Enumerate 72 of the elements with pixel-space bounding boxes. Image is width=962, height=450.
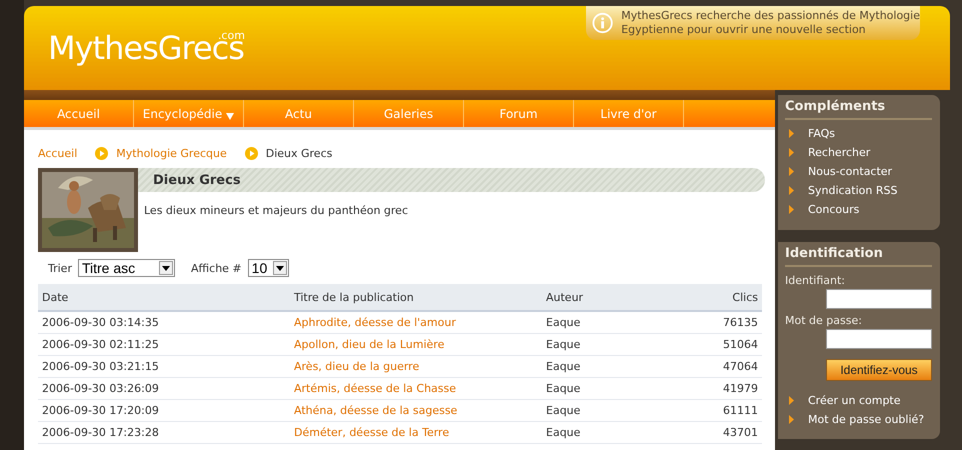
table-cell: 2006-09-30 03:21:15 [38, 356, 290, 378]
column-header[interactable]: Titre de la publication [290, 284, 542, 311]
sidebar-link[interactable]: Rechercher [785, 143, 932, 162]
table-cell: 2006-09-30 03:14:35 [38, 311, 290, 334]
table-cell: 41979 [654, 378, 762, 400]
table-cell[interactable]: Artémis, déesse de la Chasse [290, 378, 542, 400]
notice-text: MythesGrecs recherche des passionnés de Mythologie [621, 9, 920, 23]
per-page-select[interactable]: 10 [248, 259, 289, 277]
username-field[interactable] [826, 289, 932, 309]
play-circle-icon [244, 146, 258, 160]
dropdown-arrow-icon [276, 266, 284, 270]
triangle-bullet-icon [789, 186, 794, 195]
table-cell[interactable]: Athéna, déesse de la sagesse [290, 400, 542, 422]
nav-item[interactable]: Galeries [354, 100, 464, 127]
triangle-bullet-icon [789, 167, 794, 176]
sidebar-link[interactable]: Syndication RSS [785, 181, 932, 200]
caret-icon [226, 113, 234, 120]
table-cell: 43701 [654, 422, 762, 444]
page-title: Dieux Grecs [153, 172, 241, 188]
triangle-bullet-icon [789, 396, 794, 405]
triangle-bullet-icon [789, 148, 794, 157]
sidebar-link[interactable]: Nous-contacter [785, 162, 932, 181]
column-header[interactable]: Date [38, 284, 290, 311]
panel-title: Compléments [785, 99, 932, 120]
notice-text: Egyptienne pour ouvrir une nouvelle section [621, 23, 867, 37]
login-button[interactable]: Identifiez-vous [826, 359, 932, 381]
table-cell: Eaque [542, 378, 655, 400]
nav-item[interactable]: Forum [464, 100, 574, 127]
table-cell[interactable]: Apollon, dieu de la Lumière [290, 334, 542, 356]
table-cell[interactable]: Déméter, déesse de la Terre [290, 422, 542, 444]
sidebar-link[interactable]: Mot de passe oublié? [785, 410, 932, 429]
current-page-label: Dieux Grecs [266, 146, 332, 160]
table-cell: 47064 [654, 356, 762, 378]
breadcrumb-link[interactable]: Mythologie Grecque [116, 146, 227, 160]
table-cell: Eaque [542, 422, 655, 444]
table-cell: 2006-09-30 17:23:28 [38, 422, 290, 444]
field-label: Identifiant: [785, 274, 846, 287]
table-cell: 2006-09-30 03:26:09 [38, 378, 290, 400]
table-cell: Eaque [542, 334, 655, 356]
nav-item[interactable]: Actu [244, 100, 354, 127]
triangle-bullet-icon [789, 415, 794, 424]
triangle-bullet-icon [789, 129, 794, 138]
password-field[interactable] [826, 329, 932, 349]
table-cell: 76135 [654, 311, 762, 334]
table-cell: 2006-09-30 17:20:09 [38, 400, 290, 422]
table-cell: Eaque [542, 400, 655, 422]
table-cell[interactable]: Aphrodite, déesse de l'amour [290, 311, 542, 334]
table-cell[interactable]: Arès, dieu de la guerre [290, 356, 542, 378]
table-cell: 2006-09-30 02:11:25 [38, 334, 290, 356]
nav-item[interactable]: Livre d'or [574, 100, 684, 127]
table-cell: Eaque [542, 311, 655, 334]
sidebar-link[interactable]: FAQs [785, 124, 932, 143]
column-header[interactable]: Auteur [542, 284, 655, 311]
sidebar-link[interactable]: Créer un compte [785, 391, 932, 410]
table-cell: Eaque [542, 356, 655, 378]
sort-select[interactable]: Titre asc [78, 259, 175, 277]
column-header[interactable]: Clics [654, 284, 762, 311]
breadcrumb-link[interactable]: Accueil [38, 146, 78, 160]
nav-item[interactable]: Encyclopédie [134, 100, 244, 127]
field-label: Mot de passe: [785, 314, 863, 327]
site-logo[interactable]: MythesGrecs .com [48, 28, 245, 68]
sidebar-link[interactable]: Concours [785, 200, 932, 219]
table-cell: 51064 [654, 334, 762, 356]
table-cell: 61111 [654, 400, 762, 422]
dropdown-arrow-icon [162, 266, 170, 270]
triangle-bullet-icon [789, 205, 794, 214]
page-description: Les dieux mineurs et majeurs du panthéon grec [144, 204, 409, 217]
per-page-label: Affiche # [190, 262, 242, 274]
sort-label: Trier [48, 262, 72, 274]
panel-title: Identification [785, 246, 932, 267]
nav-item[interactable]: Accueil [24, 100, 134, 127]
play-circle-icon [95, 146, 108, 160]
